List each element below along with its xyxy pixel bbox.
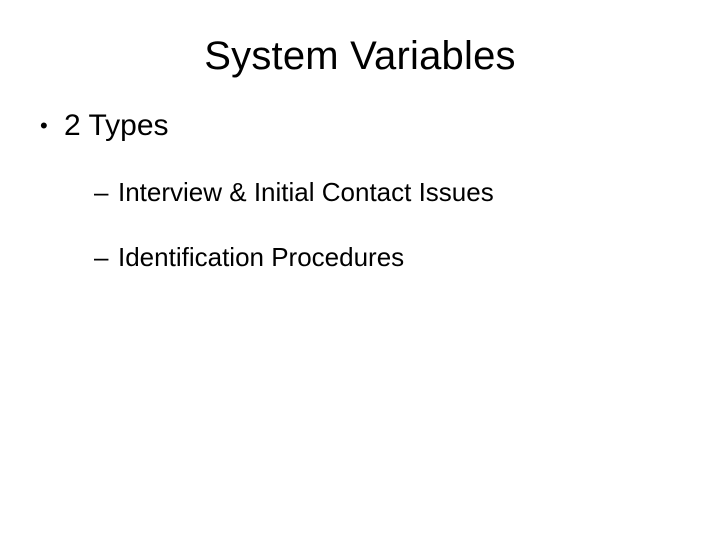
bullet-level2-item: Identification Procedures bbox=[40, 242, 680, 273]
slide-title: System Variables bbox=[40, 34, 680, 79]
slide: System Variables 2 Types Interview & Ini… bbox=[0, 0, 720, 540]
bullet-level1: 2 Types bbox=[40, 109, 680, 143]
bullet-level2-item: Interview & Initial Contact Issues bbox=[40, 177, 680, 208]
